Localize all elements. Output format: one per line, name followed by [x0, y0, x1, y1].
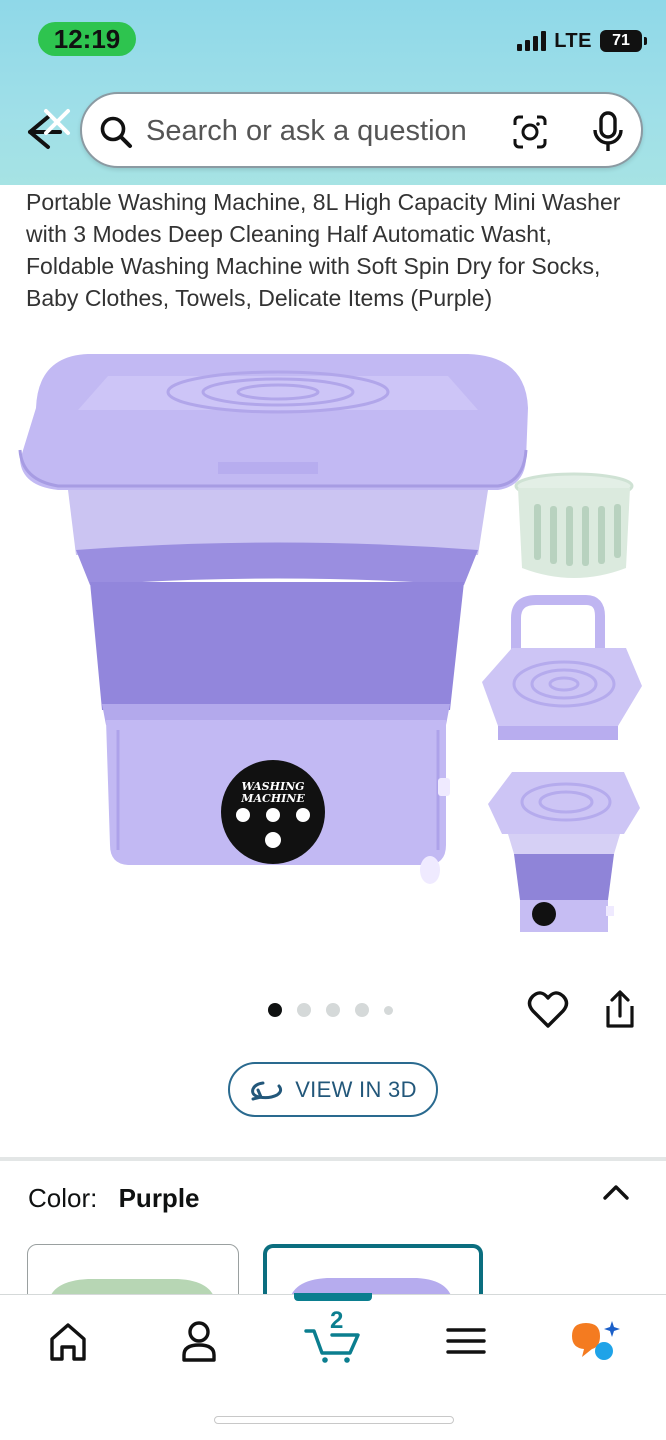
color-label: Color: [28, 1183, 98, 1213]
person-icon [182, 1321, 216, 1362]
hamburger-menu-icon [446, 1328, 486, 1354]
view-in-3d-button[interactable]: VIEW IN 3D [228, 1062, 438, 1117]
back-close-button[interactable] [20, 105, 72, 157]
wishlist-button[interactable] [527, 990, 569, 1030]
carousel-dot-5[interactable] [384, 1005, 393, 1015]
product-title[interactable]: Portable Washing Machine, 8L High Capaci… [26, 186, 636, 314]
ai-assistant-icon [572, 1321, 620, 1360]
status-indicators: LTE 71 [517, 28, 647, 54]
color-value: Purple [118, 1183, 200, 1213]
camera-search-button[interactable] [510, 112, 550, 152]
home-indicator [214, 1416, 454, 1424]
product-main-image[interactable]: WASHING MACHINE [18, 350, 538, 890]
status-time: 12:19 [38, 22, 136, 56]
spin-basket-image [514, 472, 634, 578]
top-header: 12:19 LTE 71 [0, 0, 666, 185]
voice-search-button[interactable] [588, 110, 628, 154]
image-carousel-dots[interactable] [268, 1003, 393, 1017]
heart-icon [527, 991, 569, 1028]
active-tab-indicator [294, 1293, 372, 1301]
nav-menu[interactable] [438, 1319, 494, 1363]
rotate-3d-icon [251, 1081, 283, 1100]
back-arrow-icon [28, 109, 70, 149]
carousel-dot-2[interactable] [297, 1003, 311, 1017]
color-selector-header[interactable]: Color: Purple [28, 1183, 200, 1214]
carousel-dot-1[interactable] [268, 1003, 282, 1017]
nav-account[interactable] [171, 1319, 227, 1363]
view-in-3d-label: VIEW IN 3D [295, 1076, 417, 1102]
network-type: LTE [554, 29, 592, 52]
signal-icon [517, 31, 547, 51]
search-icon [100, 116, 132, 148]
folded-machine-image [482, 595, 642, 740]
camera-scan-icon [513, 115, 547, 149]
home-icon [50, 1323, 86, 1361]
thumbnail-expanded-machine[interactable] [484, 764, 644, 940]
cart-count-badge: 2 [330, 1307, 344, 1334]
share-button[interactable] [600, 990, 640, 1030]
chevron-up-icon [603, 1185, 629, 1200]
section-divider [0, 1157, 666, 1161]
battery-icon: 71 [600, 30, 647, 52]
search-input[interactable] [146, 108, 496, 154]
panel-label-line2: MACHINE [240, 792, 305, 805]
search-bar[interactable] [80, 92, 643, 168]
collapse-color-button[interactable] [600, 1180, 632, 1204]
microphone-icon [593, 111, 623, 151]
carousel-dot-4[interactable] [355, 1003, 369, 1017]
share-icon [606, 990, 634, 1028]
nav-rufus-assistant[interactable] [568, 1319, 624, 1363]
thumbnail-folded-with-handle[interactable] [476, 594, 648, 754]
carousel-dot-3[interactable] [326, 1003, 340, 1017]
nav-home[interactable] [40, 1319, 96, 1363]
washing-machine-image: WASHING MACHINE [18, 354, 528, 884]
expanded-machine-image [488, 772, 640, 932]
thumbnail-spin-basket[interactable] [512, 472, 638, 588]
